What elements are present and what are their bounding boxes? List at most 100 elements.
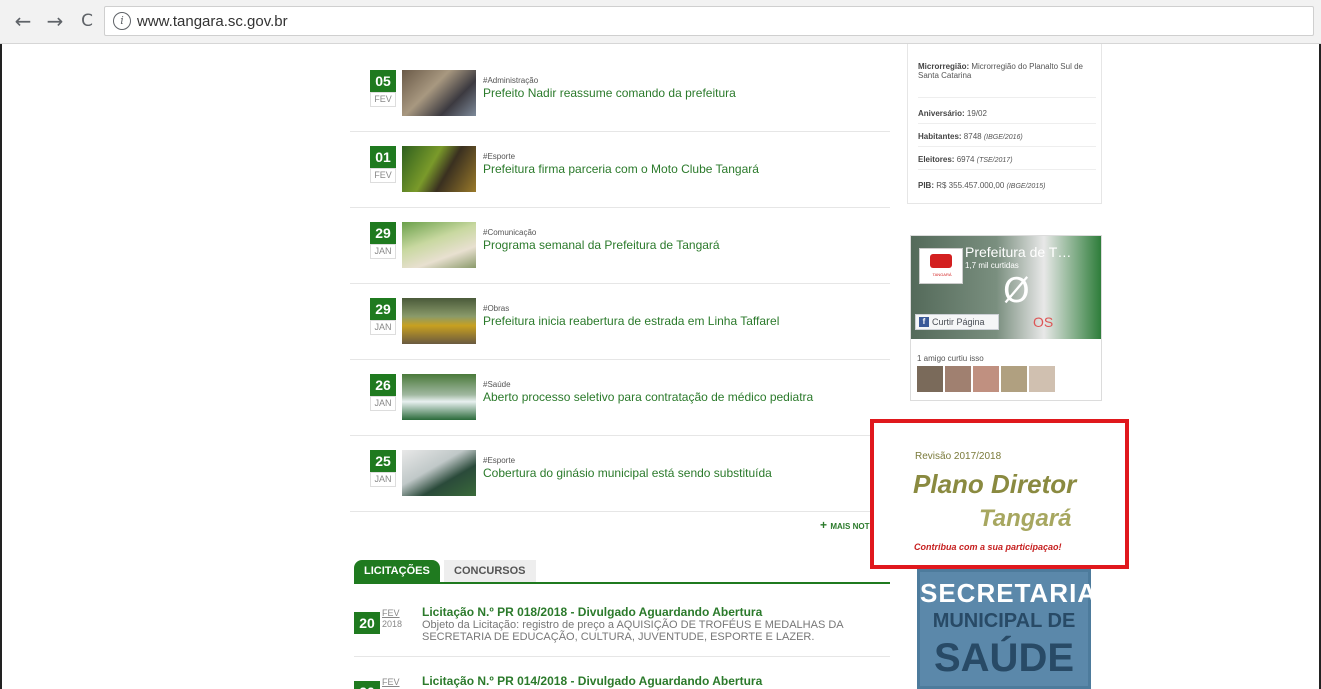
news-day: 25 [370, 450, 396, 472]
secretaria-saude-banner[interactable]: SECRETARIA MUNICIPAL DE SAÚDE [917, 569, 1098, 689]
plano-revisao: Revisão 2017/2018 [915, 451, 1002, 462]
news-month: JAN [370, 472, 396, 487]
facebook-cover[interactable]: TANGARÁ Prefeitura de T… 1,7 mil curtida… [911, 236, 1101, 339]
news-date: 26 JAN [370, 374, 396, 411]
info-value: 6974 [956, 155, 975, 164]
like-page-label: Curtir Página [932, 317, 985, 327]
facebook-widget: TANGARÁ Prefeitura de T… 1,7 mil curtida… [910, 235, 1102, 401]
news-tag[interactable]: #Comunicação [483, 228, 536, 237]
info-label: Eleitores: [918, 155, 955, 164]
news-item[interactable]: 29 JAN #Comunicação Programa semanal da … [350, 208, 890, 284]
city-info-box: Microrregião: Microrregião do Planalto S… [907, 44, 1102, 204]
licitacao-item[interactable]: 20 FEV 2018 Licitação N.º PR 014/2018 - … [354, 674, 890, 689]
news-month: FEV [370, 168, 396, 183]
news-headline[interactable]: Programa semanal da Prefeitura de Tangar… [483, 238, 720, 252]
info-source: (IBGE/2015) [1006, 183, 1046, 190]
news-day: 26 [370, 374, 396, 396]
info-label: Aniversário: [918, 109, 965, 118]
info-value: 8748 [963, 132, 982, 141]
reload-icon[interactable]: C [74, 8, 100, 34]
banner-text: OS [1033, 314, 1054, 330]
plano-title: Plano Diretor [913, 469, 1077, 499]
news-item[interactable]: 25 JAN #Esporte Cobertura do ginásio mun… [350, 436, 890, 512]
news-headline[interactable]: Cobertura do ginásio municipal está send… [483, 466, 772, 480]
licitacao-day: 20 [354, 612, 380, 634]
news-tag[interactable]: #Esporte [483, 456, 515, 465]
news-day: 29 [370, 298, 396, 320]
news-day: 05 [370, 70, 396, 92]
news-date: 29 JAN [370, 298, 396, 335]
info-label: Microrregião: [918, 62, 970, 71]
news-thumbnail[interactable] [402, 450, 476, 496]
address-bar[interactable]: i www.tangara.sc.gov.br [104, 6, 1314, 36]
plano-diretor-banner[interactable]: Revisão 2017/2018 Plano Diretor Tangará … [870, 419, 1129, 569]
news-day: 01 [370, 146, 396, 168]
news-month: JAN [370, 396, 396, 411]
info-pib: PIB: R$ 355.457.000,00 (IBGE/2015) [918, 174, 1096, 198]
news-date: 29 JAN [370, 222, 396, 259]
licitacao-title[interactable]: Licitação N.º PR 018/2018 - Divulgado Ag… [422, 605, 762, 619]
tab-licitacoes[interactable]: LICITAÇÕES [354, 560, 440, 582]
prefeitura-logo[interactable]: TANGARÁ [919, 248, 963, 284]
info-microrregiao: Microrregião: Microrregião do Planalto S… [918, 62, 1096, 98]
news-date: 05 FEV [370, 70, 396, 107]
saude-line1: SECRETARIA [920, 578, 1098, 608]
url-text: www.tangara.sc.gov.br [137, 13, 288, 30]
friends-liked: 1 amigo curtiu isso [917, 354, 984, 363]
avatar[interactable] [917, 366, 943, 392]
news-thumbnail[interactable] [402, 70, 476, 116]
licitacao-month: FEV [382, 608, 400, 618]
news-thumbnail[interactable] [402, 222, 476, 268]
logo-mark-icon [930, 254, 952, 268]
site-info-icon[interactable]: i [113, 12, 131, 30]
browser-toolbar: ← → C i www.tangara.sc.gov.br [0, 0, 1321, 44]
forward-icon[interactable]: → [42, 8, 68, 34]
news-tag[interactable]: #Saúde [483, 380, 511, 389]
news-tag[interactable]: #Obras [483, 304, 509, 313]
news-headline[interactable]: Prefeito Nadir reassume comando da prefe… [483, 86, 736, 100]
licitacao-description: Objeto da Licitação: registro de preço a… [422, 619, 844, 643]
licitacao-title[interactable]: Licitação N.º PR 014/2018 - Divulgado Ag… [422, 674, 762, 688]
news-headline[interactable]: Aberto processo seletivo para contrataçã… [483, 390, 813, 404]
friend-avatars [917, 366, 1057, 397]
licitacao-month: FEV [382, 677, 400, 687]
avatar[interactable] [1029, 366, 1055, 392]
facebook-page-name[interactable]: Prefeitura de T… [965, 244, 1071, 260]
plano-city: Tangará [979, 505, 1072, 532]
info-source: (TSE/2017) [976, 157, 1013, 164]
info-aniversario: Aniversário: 19/02 [918, 104, 1096, 124]
news-item[interactable]: 29 JAN #Obras Prefeitura inicia reabertu… [350, 284, 890, 360]
news-thumbnail[interactable] [402, 298, 476, 344]
news-tag[interactable]: #Esporte [483, 152, 515, 161]
info-habitantes: Habitantes: 8748 (IBGE/2016) [918, 127, 1096, 147]
logo-text: TANGARÁ [932, 272, 952, 277]
plus-icon: + [820, 518, 831, 532]
news-item[interactable]: 05 FEV #Administração Prefeito Nadir rea… [350, 56, 890, 132]
info-eleitores: Eleitores: 6974 (TSE/2017) [918, 150, 1096, 170]
info-value: R$ 355.457.000,00 [936, 181, 1005, 190]
avatar[interactable] [945, 366, 971, 392]
licitacao-item[interactable]: 20 FEV 2018 Licitação N.º PR 018/2018 - … [354, 605, 890, 657]
news-thumbnail[interactable] [402, 374, 476, 420]
facebook-likes: 1,7 mil curtidas [965, 261, 1019, 270]
avatar[interactable] [1001, 366, 1027, 392]
info-value: 19/02 [966, 109, 987, 118]
licitacao-date: 20 FEV 2018 [354, 677, 402, 689]
licitacoes-tabs: LICITAÇÕES CONCURSOS [354, 560, 890, 584]
banner-symbol: Ø [1003, 271, 1030, 311]
news-tag[interactable]: #Administração [483, 76, 538, 85]
news-headline[interactable]: Prefeitura firma parceria com o Moto Clu… [483, 162, 759, 176]
news-day: 29 [370, 222, 396, 244]
licitacao-day: 20 [354, 681, 380, 689]
saude-line3: SAÚDE [933, 636, 1075, 680]
tab-concursos[interactable]: CONCURSOS [444, 560, 536, 582]
like-page-button[interactable]: f Curtir Página [915, 314, 999, 330]
back-icon[interactable]: ← [10, 8, 36, 34]
news-item[interactable]: 26 JAN #Saúde Aberto processo seletivo p… [350, 360, 890, 436]
news-month: FEV [370, 92, 396, 107]
news-headline[interactable]: Prefeitura inicia reabertura de estrada … [483, 314, 779, 328]
news-thumbnail[interactable] [402, 146, 476, 192]
news-item[interactable]: 01 FEV #Esporte Prefeitura firma parceri… [350, 132, 890, 208]
avatar[interactable] [973, 366, 999, 392]
info-label: Habitantes: [918, 132, 962, 141]
